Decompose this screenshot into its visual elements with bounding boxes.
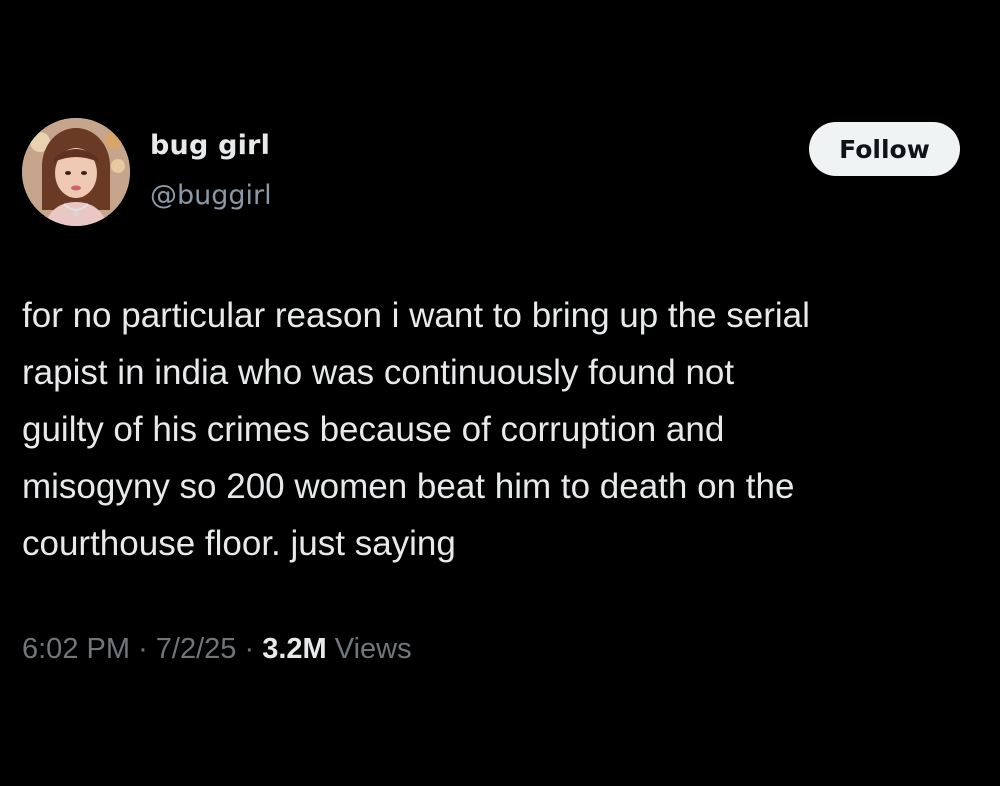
separator: · bbox=[244, 633, 255, 665]
views-count: 3.2M bbox=[262, 633, 327, 665]
views-label: Views bbox=[334, 633, 412, 665]
tweet-time[interactable]: 6:02 PM bbox=[22, 633, 130, 665]
tweet-text-line: guilty of his crimes because of corrupti… bbox=[22, 410, 725, 449]
author-display-name[interactable]: bug girl bbox=[150, 130, 270, 161]
tweet-text-line: for no particular reason i want to bring… bbox=[22, 296, 810, 335]
separator: · bbox=[138, 633, 148, 665]
tweet: bug girl @buggirl Follow for no particul… bbox=[0, 0, 1000, 786]
tweet-text-line: courthouse floor. just saying bbox=[22, 524, 456, 563]
tweet-text-line: misogyny so 200 women beat him to death … bbox=[22, 467, 795, 506]
author-handle[interactable]: @buggirl bbox=[150, 180, 272, 211]
tweet-date[interactable]: 7/2/25 bbox=[156, 633, 237, 665]
profile-photo-icon bbox=[22, 118, 130, 226]
follow-button[interactable]: Follow bbox=[809, 122, 960, 176]
tweet-text-line: rapist in india who was continuously fou… bbox=[22, 353, 735, 392]
tweet-meta: 6:02 PM · 7/2/25 · 3.2M Views bbox=[22, 633, 412, 666]
tweet-text: for no particular reason i want to bring… bbox=[22, 287, 982, 572]
avatar[interactable] bbox=[22, 118, 130, 226]
